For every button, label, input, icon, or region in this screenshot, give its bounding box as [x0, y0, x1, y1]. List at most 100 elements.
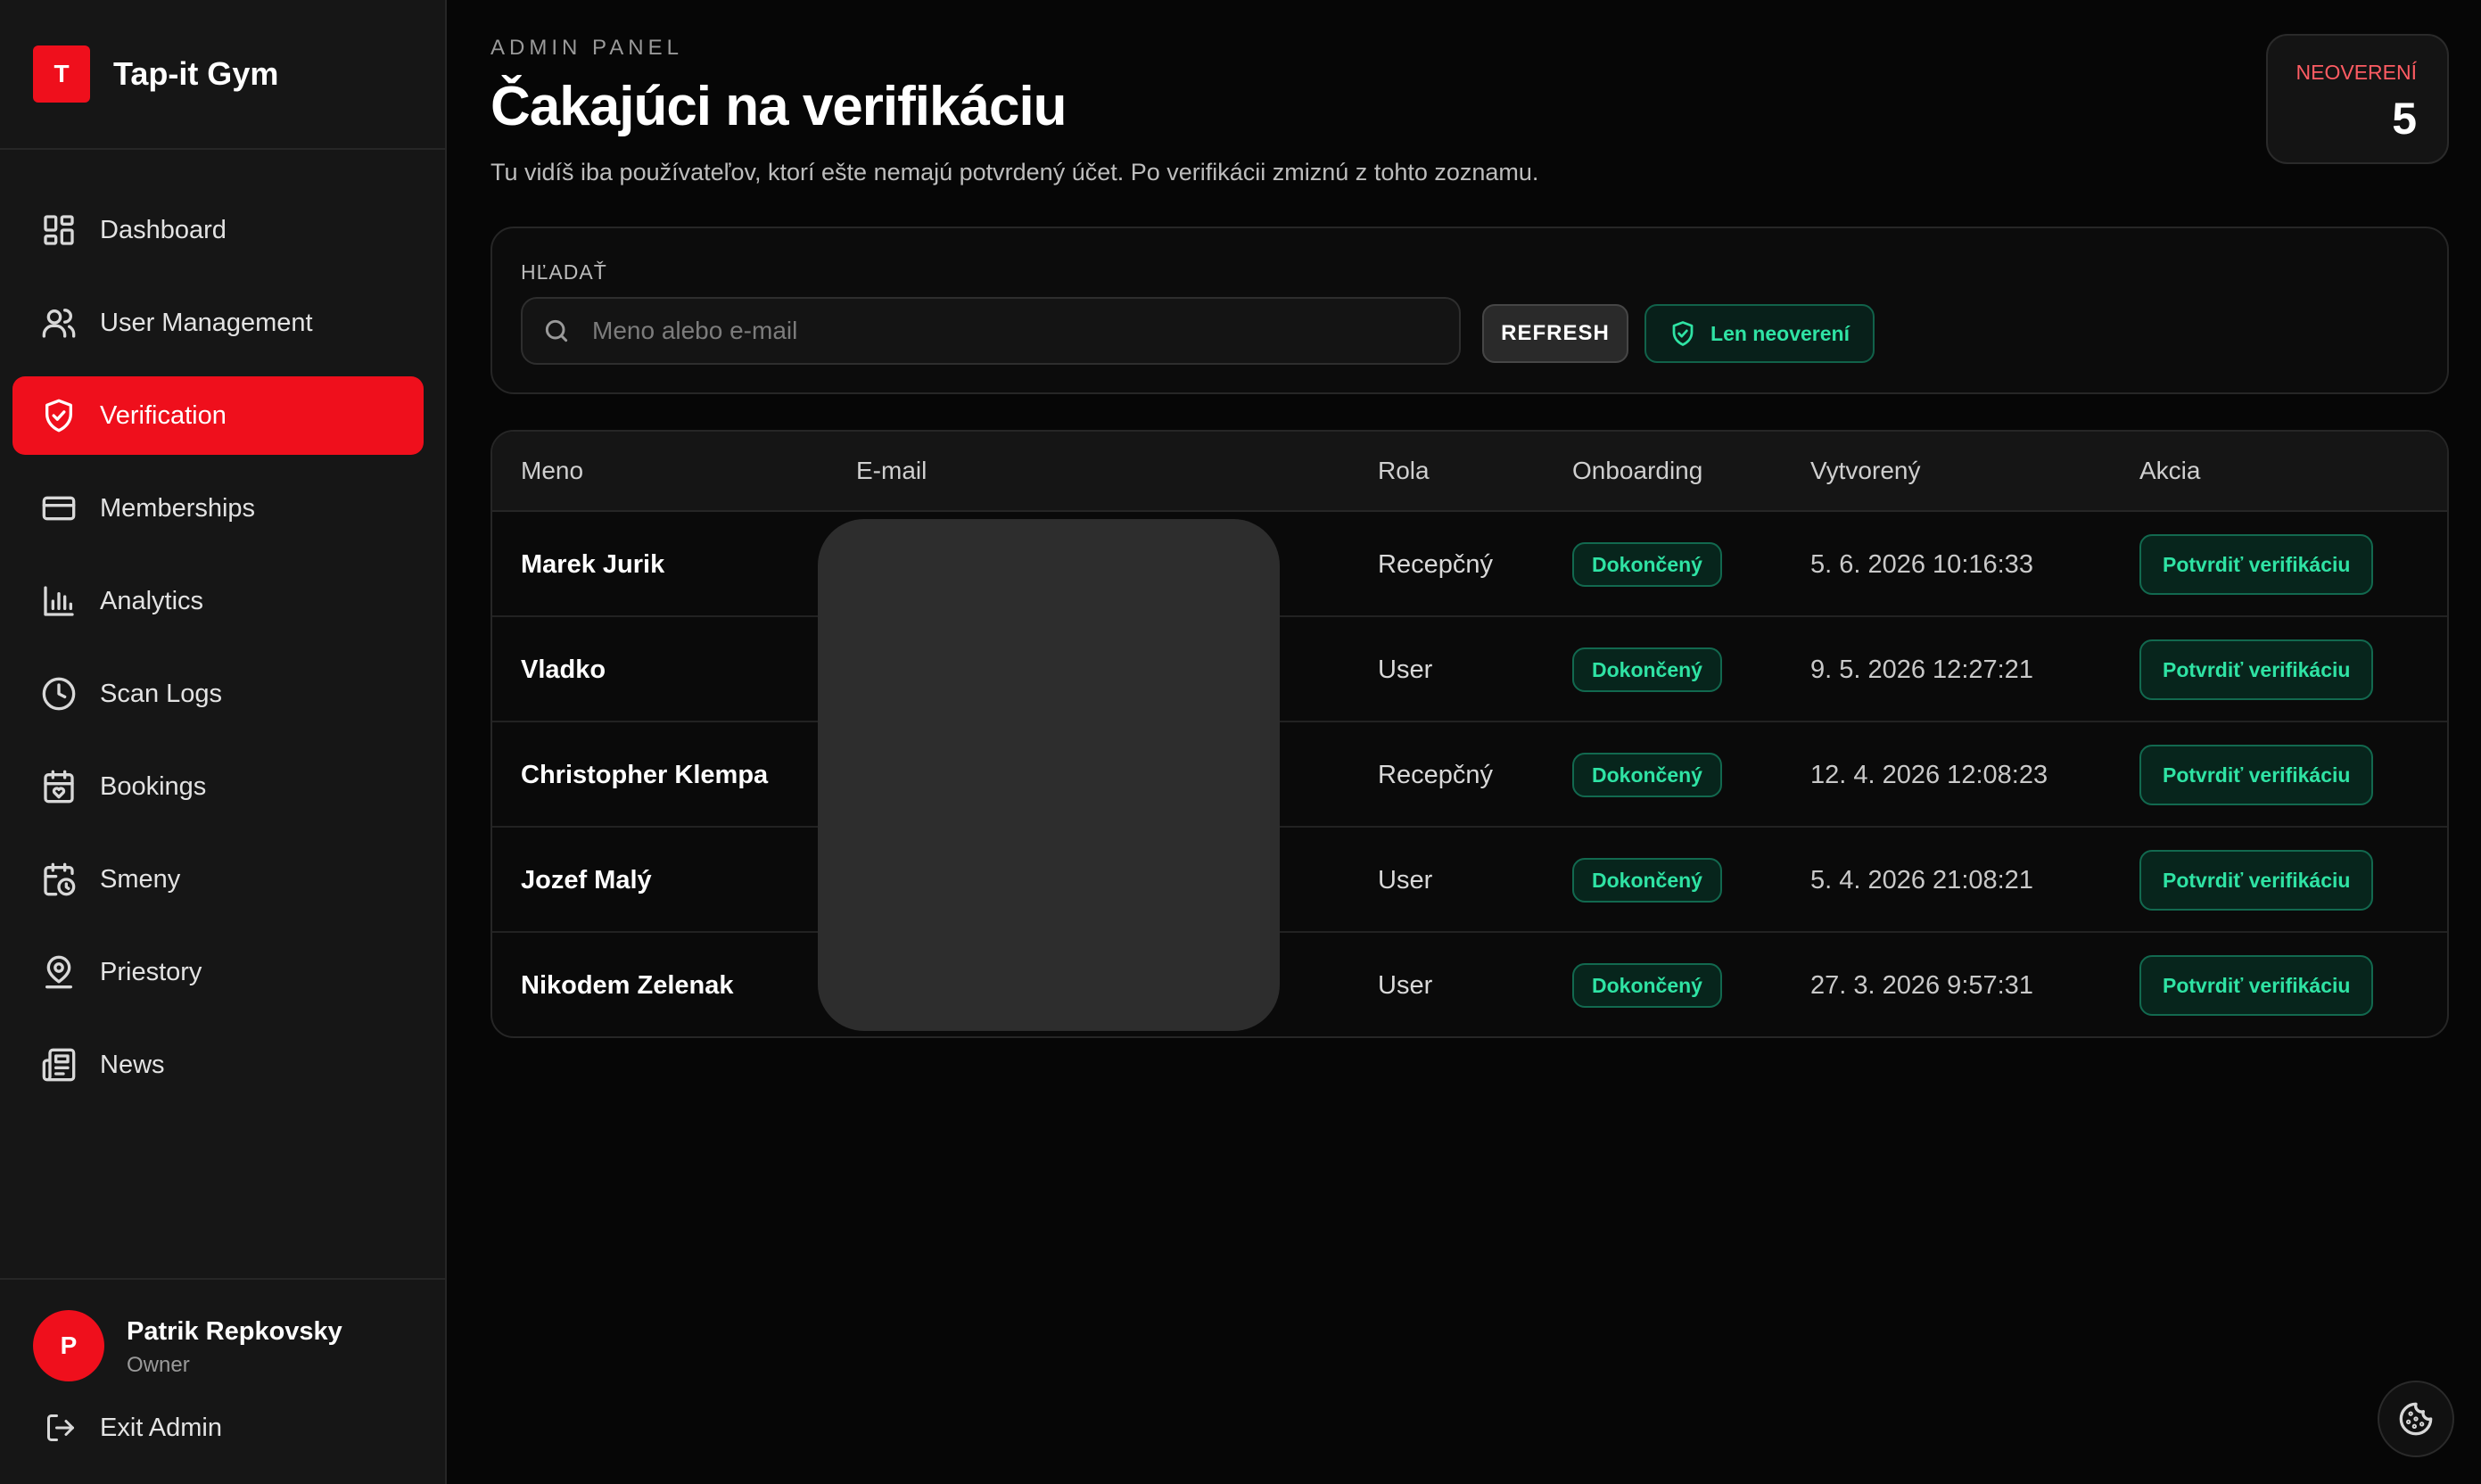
onboarding-cell: Dokončený [1572, 828, 1722, 933]
onboarding-status-badge: Dokončený [1572, 542, 1722, 587]
user-name: Patrik Repkovsky [127, 1317, 342, 1346]
page-kicker: ADMIN PANEL [490, 36, 683, 60]
sidebar-item-priestory[interactable]: Priestory [12, 933, 424, 1011]
onboarding-cell: Dokončený [1572, 512, 1722, 617]
onboarding-status-badge: Dokončený [1572, 858, 1722, 903]
filter-label: Len neoverení [1710, 321, 1850, 345]
cookie-icon [2399, 1402, 2433, 1436]
sidebar-item-smeny[interactable]: Smeny [12, 840, 424, 919]
column-header-onboarding[interactable]: Onboarding [1572, 457, 1702, 485]
sidebar-item-label: Verification [100, 400, 227, 430]
sidebar-nav: Dashboard User Management Verification M… [12, 191, 424, 1118]
refresh-button[interactable]: REFRESH [1482, 304, 1628, 363]
cookie-settings-button[interactable] [2378, 1381, 2454, 1457]
exit-admin-label: Exit Admin [100, 1413, 222, 1442]
search-input[interactable] [592, 317, 1395, 345]
sidebar-item-dashboard[interactable]: Dashboard [12, 191, 424, 269]
page-title: Čakajúci na verifikáciu [490, 76, 1067, 137]
onboarding-status-badge: Dokončený [1572, 963, 1722, 1008]
action-cell: Potvrdiť verifikáciu [2139, 512, 2374, 617]
users-icon [42, 309, 76, 338]
table-row: Marek Jurik Recepčný Dokončený 5. 6. 202… [492, 512, 2447, 617]
sidebar-item-scan-logs[interactable]: Scan Logs [12, 655, 424, 733]
newspaper-icon [42, 1048, 76, 1082]
user-profile: P Patrik Repkovsky Owner Exit Admin [0, 1278, 445, 1484]
sidebar-item-label: Analytics [100, 586, 204, 615]
created-cell: 9. 5. 2026 12:27:21 [1810, 655, 2033, 684]
unverified-only-filter-button[interactable]: Len neoverení [1644, 304, 1875, 363]
sidebar-item-label: Smeny [100, 864, 181, 894]
verification-table: Meno E-mail Rola Onboarding Vytvorený Ak… [490, 430, 2449, 1038]
role-cell: User [1378, 970, 1433, 1000]
clock-icon [42, 677, 76, 711]
role-cell: User [1378, 865, 1433, 895]
user-name-cell: Marek Jurik [521, 549, 665, 579]
column-header-role[interactable]: Rola [1378, 457, 1430, 485]
exit-admin-button[interactable]: Exit Admin [45, 1412, 222, 1444]
sidebar-item-bookings[interactable]: Bookings [12, 747, 424, 826]
sidebar-item-verification[interactable]: Verification [12, 376, 424, 455]
role-cell: Recepčný [1378, 549, 1493, 579]
brand[interactable]: T Tap-it Gym [0, 0, 445, 150]
table-row: Christopher Klempa Recepčný Dokončený 12… [492, 722, 2447, 828]
table-header: Meno E-mail Rola Onboarding Vytvorený Ak… [492, 432, 2447, 512]
shield-check-icon [45, 399, 73, 433]
sidebar-item-label: Scan Logs [100, 679, 223, 708]
user-name-cell: Nikodem Zelenak [521, 970, 734, 1000]
confirm-verification-button[interactable]: Potvrdiť verifikáciu [2139, 955, 2374, 1016]
action-cell: Potvrdiť verifikáciu [2139, 617, 2374, 722]
calendar-clock-icon [44, 862, 76, 896]
sidebar-item-label: User Management [100, 308, 313, 337]
created-cell: 12. 4. 2026 12:08:23 [1810, 760, 2048, 789]
confirm-verification-button[interactable]: Potvrdiť verifikáciu [2139, 850, 2374, 911]
avatar[interactable]: P [33, 1310, 104, 1381]
onboarding-cell: Dokončený [1572, 933, 1722, 1036]
created-cell: 27. 3. 2026 9:57:31 [1810, 970, 2033, 1000]
user-role: Owner [127, 1353, 190, 1377]
column-header-action: Akcia [2139, 457, 2201, 484]
action-cell: Potvrdiť verifikáciu [2139, 828, 2374, 933]
brand-logo: T [33, 45, 90, 103]
sidebar-item-label: Bookings [100, 771, 207, 801]
table-row: Jozef Malý User Dokončený 5. 4. 2026 21:… [492, 828, 2447, 933]
sidebar-item-news[interactable]: News [12, 1026, 424, 1104]
unverified-count-card: NEOVERENÍ 5 [2266, 34, 2449, 164]
column-header-created[interactable]: Vytvorený [1810, 457, 1920, 485]
user-name-cell: Jozef Malý [521, 865, 652, 895]
created-cell: 5. 6. 2026 10:16:33 [1810, 549, 2033, 579]
confirm-verification-button[interactable]: Potvrdiť verifikáciu [2139, 534, 2374, 595]
confirm-verification-button[interactable]: Potvrdiť verifikáciu [2139, 745, 2374, 805]
unverified-count-label: NEOVERENÍ [2296, 61, 2417, 84]
user-name-cell: Christopher Klempa [521, 760, 769, 789]
sidebar-item-label: Dashboard [100, 215, 227, 244]
search-field[interactable] [521, 297, 1461, 365]
sidebar-item-label: News [100, 1050, 165, 1079]
onboarding-status-badge: Dokončený [1572, 753, 1722, 797]
page-subtitle: Tu vidíš iba používateľov, ktorí ešte ne… [490, 159, 1539, 186]
sidebar-item-label: Memberships [100, 493, 256, 523]
email-redaction-overlay [818, 519, 1280, 1031]
sidebar-item-analytics[interactable]: Analytics [12, 562, 424, 640]
onboarding-status-badge: Dokončený [1572, 647, 1722, 692]
search-panel: HĽADAŤ REFRESH Len neoverení [490, 227, 2449, 394]
column-header-email[interactable]: E-mail [856, 457, 927, 485]
role-cell: Recepčný [1378, 760, 1493, 789]
logout-icon [47, 1414, 74, 1441]
bar-chart-icon [44, 586, 74, 616]
unverified-count-value: 5 [2392, 94, 2417, 144]
role-cell: User [1378, 655, 1433, 684]
action-cell: Potvrdiť verifikáciu [2139, 722, 2374, 828]
onboarding-cell: Dokončený [1572, 617, 1722, 722]
table-row: Nikodem Zelenak User Dokončený 27. 3. 20… [492, 933, 2447, 1036]
table-row: Vladko User Dokončený 9. 5. 2026 12:27:2… [492, 617, 2447, 722]
credit-card-icon [42, 496, 76, 521]
map-pin-user-icon [45, 955, 73, 989]
column-header-name[interactable]: Meno [521, 457, 583, 485]
sidebar-item-memberships[interactable]: Memberships [12, 469, 424, 548]
dashboard-icon [44, 215, 74, 245]
onboarding-cell: Dokončený [1572, 722, 1722, 828]
sidebar-item-user-management[interactable]: User Management [12, 284, 424, 362]
sidebar: T Tap-it Gym Dashboard User Management V… [0, 0, 447, 1484]
confirm-verification-button[interactable]: Potvrdiť verifikáciu [2139, 639, 2374, 700]
sidebar-item-label: Priestory [100, 957, 202, 986]
